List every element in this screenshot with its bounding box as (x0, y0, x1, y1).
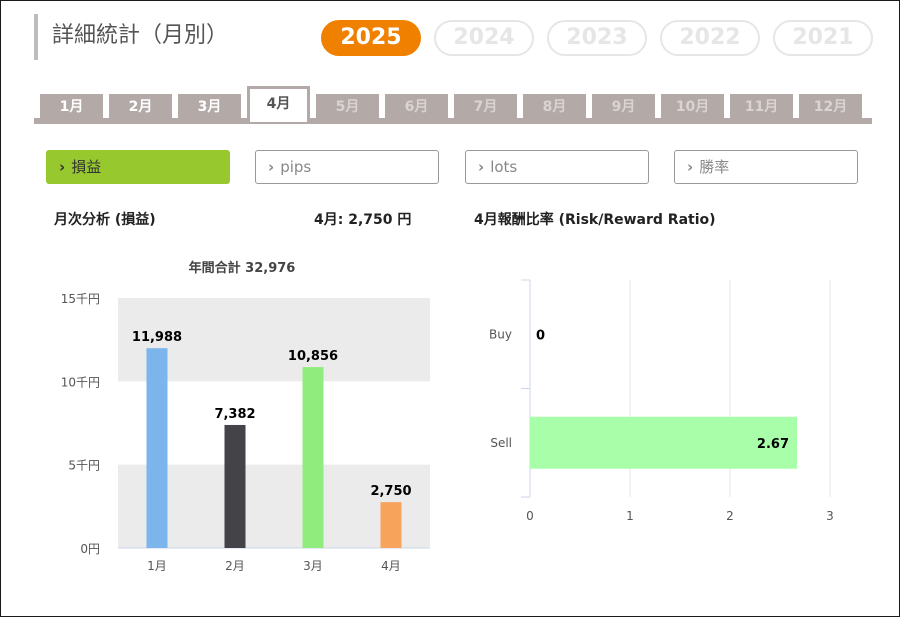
metric-button-winrate[interactable]: › 勝率 (674, 150, 858, 184)
x-tick-label: 2 (726, 509, 734, 523)
y-tick-label: 10千円 (61, 375, 100, 389)
bar-2[interactable] (224, 424, 246, 548)
monthly-pnl-chart: 年間合計 32,976 0円 5千円 10千円 15千円 11,988 7,382 10,… (61, 260, 430, 573)
bar-1[interactable] (146, 348, 168, 548)
monthly-section-title: 月次分析 (損益) (54, 212, 156, 228)
x-tick-label: 1 (626, 509, 634, 523)
tab-month-7[interactable]: 7月 (454, 94, 517, 122)
metric-label: lots (490, 158, 518, 176)
bar-value-label: 10,856 (288, 349, 338, 364)
tab-month-4[interactable]: 4月 (247, 86, 310, 122)
ratio-value-label: 0 (536, 328, 545, 343)
bar-3[interactable] (302, 367, 324, 548)
y-tick-label: 0円 (80, 542, 100, 556)
ratio-section-title: 4月報酬比率 (Risk/Reward Ratio) (474, 212, 716, 228)
y-tick-label: 5千円 (68, 459, 100, 473)
x-tick-label: 2月 (225, 559, 245, 573)
bar-value-label: 2,750 (370, 484, 411, 499)
year-button-4[interactable]: 2021 (773, 20, 873, 56)
tab-month-5[interactable]: 5月 (316, 94, 379, 122)
chevron-right-icon: › (478, 158, 485, 176)
year-selector: 2025 2024 2023 2022 2021 (321, 20, 873, 56)
x-tick-label: 3月 (303, 559, 323, 573)
x-tick-label: 1月 (147, 559, 167, 573)
bar-value-label: 11,988 (132, 330, 182, 345)
risk-reward-chart: Buy Sell 0 2.67 0 1 2 3 (489, 279, 834, 523)
x-tick-label: 4月 (381, 559, 401, 573)
x-tick-label: 3 (826, 509, 834, 523)
bar-value-label: 7,382 (214, 407, 255, 422)
chevron-right-icon: › (687, 158, 694, 176)
tab-month-8[interactable]: 8月 (523, 94, 586, 122)
chevron-right-icon: › (268, 158, 275, 176)
metric-button-pnl[interactable]: › 損益 (46, 150, 230, 184)
year-button-0[interactable]: 2025 (321, 20, 421, 56)
ratio-value-label: 2.67 (757, 437, 789, 452)
page-title: 詳細統計（月別） (34, 14, 228, 60)
year-button-2[interactable]: 2023 (547, 20, 647, 56)
metric-label: 損益 (71, 158, 102, 176)
bar-4[interactable] (380, 502, 402, 548)
metric-label: 勝率 (699, 158, 730, 176)
metric-label: pips (280, 158, 312, 176)
tab-month-12[interactable]: 12月 (799, 94, 862, 122)
tab-month-9[interactable]: 9月 (592, 94, 655, 122)
x-tick-label: 0 (526, 509, 534, 523)
chevron-right-icon: › (59, 158, 66, 176)
tab-month-3[interactable]: 3月 (178, 94, 241, 122)
tab-month-2[interactable]: 2月 (109, 94, 172, 122)
tab-month-1[interactable]: 1月 (40, 94, 103, 122)
metric-button-lots[interactable]: › lots (465, 150, 649, 184)
tab-month-6[interactable]: 6月 (385, 94, 448, 122)
tab-month-11[interactable]: 11月 (730, 94, 793, 122)
year-button-3[interactable]: 2022 (660, 20, 760, 56)
category-label: Sell (490, 436, 512, 450)
monthly-value: 4月: 2,750 円 (314, 212, 412, 228)
chart-title: 年間合計 32,976 (189, 260, 296, 276)
category-label: Buy (489, 327, 512, 341)
y-tick-label: 15千円 (61, 292, 100, 306)
month-tabs: 1月 2月 3月 4月 5月 6月 7月 8月 9月 10月 11月 12月 (34, 86, 872, 124)
metric-button-pips[interactable]: › pips (255, 150, 439, 184)
tab-month-10[interactable]: 10月 (661, 94, 724, 122)
year-button-1[interactable]: 2024 (434, 20, 534, 56)
